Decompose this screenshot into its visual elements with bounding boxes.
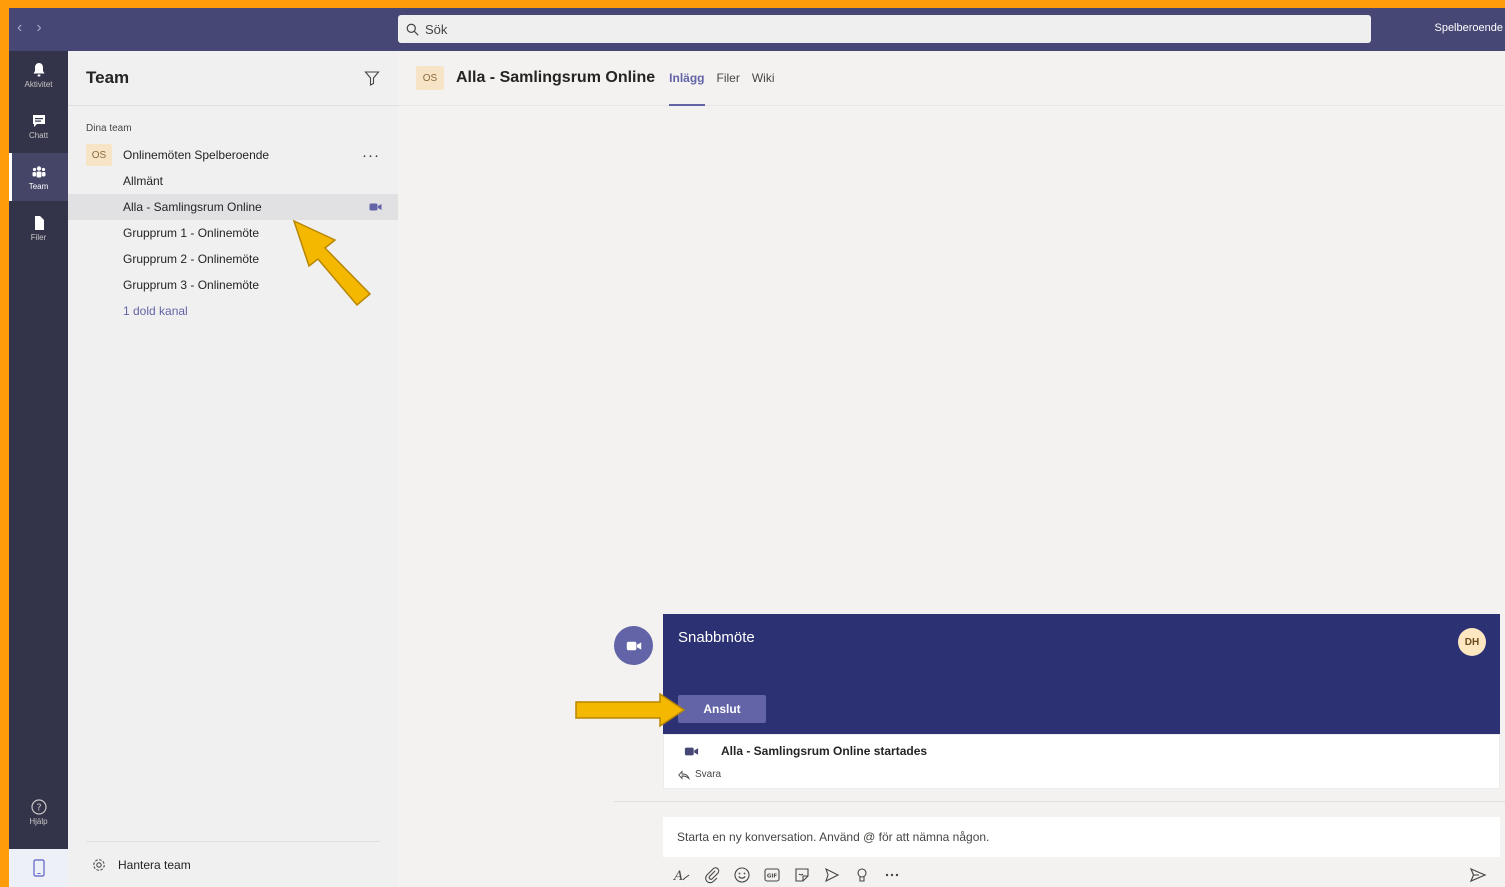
gif-icon[interactable]: GIF (763, 866, 781, 884)
top-bar: ‹› Sök Spelberoende (9, 8, 1505, 51)
divider (614, 801, 1505, 802)
teams-panel: Team Dina team OS Onlinemöten Spelberoen… (68, 51, 398, 887)
meeting-card: Snabbmöte DH Anslut Alla - Samlingsrum O… (663, 614, 1500, 789)
rail-item-label: Hjälp (29, 816, 48, 826)
forward-arrow-icon[interactable]: › (36, 19, 55, 36)
svg-text:A: A (673, 869, 683, 884)
meeting-avatar (614, 626, 653, 665)
meeting-card-body: Alla - Samlingsrum Online startades Svar… (663, 734, 1500, 789)
meeting-started-row: Alla - Samlingsrum Online startades (684, 744, 927, 758)
meeting-card-header: Snabbmöte DH Anslut (663, 614, 1500, 734)
team-item[interactable]: OS Onlinemöten Spelberoende ··· (68, 142, 398, 168)
rail-item-files[interactable]: Filer (9, 204, 68, 252)
video-camera-icon (684, 747, 699, 755)
compose-toolbar: A GIF (673, 863, 1487, 887)
bell-icon (33, 62, 44, 76)
attach-icon[interactable] (703, 866, 721, 884)
more-options-icon[interactable]: ··· (362, 147, 380, 164)
rail-item-label: Chatt (28, 130, 49, 140)
team-icon (32, 165, 45, 177)
help-icon: ? (30, 798, 47, 815)
channel-item-grupprum-1[interactable]: Grupprum 1 - Onlinemöte (68, 220, 398, 246)
rail-item-team[interactable]: Team (9, 153, 68, 201)
chat-icon (32, 114, 45, 127)
hidden-channels-label: 1 dold kanal (123, 304, 188, 318)
rail-item-label: Filer (30, 232, 47, 242)
sticker-icon[interactable] (793, 866, 811, 884)
rail-item-label: Aktivitet (24, 79, 53, 89)
channel-view: OS Alla - Samlingsrum Online Inlägg File… (398, 51, 1505, 887)
hidden-channels-link[interactable]: 1 dold kanal (68, 298, 398, 324)
channel-label: Alla - Samlingsrum Online (123, 200, 262, 214)
teams-window: ‹› Sök Spelberoende Aktivitet Chatt Team… (9, 8, 1505, 887)
manage-team-label: Hantera team (118, 857, 191, 872)
channel-label: Grupprum 2 - Onlinemöte (123, 252, 260, 266)
device-button[interactable] (9, 849, 68, 887)
meeting-title: Snabbmöte (678, 629, 755, 646)
avatar[interactable]: DH (1458, 628, 1486, 656)
channel-header: OS Alla - Samlingsrum Online Inlägg File… (398, 51, 1505, 106)
reply-label: Svara (695, 769, 722, 780)
svg-text:?: ? (36, 802, 41, 813)
channel-label: Grupprum 3 - Onlinemöte (123, 278, 260, 292)
join-button[interactable]: Anslut (678, 695, 766, 723)
manage-team-button[interactable]: Hantera team (86, 841, 380, 887)
emoji-icon[interactable] (733, 866, 751, 884)
history-nav[interactable]: ‹› (17, 19, 56, 37)
reply-button[interactable]: Svara (678, 769, 721, 780)
more-options-icon[interactable] (883, 866, 901, 884)
search-icon (406, 23, 419, 36)
reply-icon (678, 769, 690, 780)
file-icon (34, 215, 44, 230)
team-name: Onlinemöten Spelberoende (123, 148, 270, 162)
section-label: Dina team (86, 123, 132, 134)
video-camera-icon (626, 641, 641, 650)
meet-now-icon[interactable] (823, 866, 841, 884)
rail-item-help[interactable]: ? Hjälp (9, 788, 68, 836)
gear-icon (93, 858, 105, 871)
search-input[interactable]: Sök (398, 15, 1371, 43)
user-label[interactable]: Spelberoende (1434, 22, 1503, 34)
compose-input[interactable]: Starta en ny konversation. Använd @ för … (663, 817, 1500, 857)
format-icon[interactable]: A (673, 866, 691, 884)
channel-label: Allmänt (123, 174, 164, 188)
send-icon[interactable] (1469, 866, 1487, 884)
channel-item-allmant[interactable]: Allmänt (68, 168, 398, 194)
team-badge: OS (86, 144, 112, 166)
praise-icon[interactable] (853, 866, 871, 884)
panel-header: Team (68, 51, 398, 106)
rail-item-chat[interactable]: Chatt (9, 102, 68, 150)
back-arrow-icon[interactable]: ‹ (17, 19, 36, 36)
tab-posts[interactable]: Inlägg (669, 51, 705, 106)
compose-placeholder: Starta en ny konversation. Använd @ för … (677, 830, 990, 844)
mobile-icon (32, 859, 45, 877)
tab-files[interactable]: Filer (717, 51, 740, 106)
channel-item-grupprum-2[interactable]: Grupprum 2 - Onlinemöte (68, 246, 398, 272)
svg-text:GIF: GIF (767, 874, 778, 880)
video-camera-icon (369, 203, 382, 211)
panel-title: Team (86, 68, 130, 87)
tab-wiki[interactable]: Wiki (752, 51, 775, 106)
meeting-started-text: Alla - Samlingsrum Online startades (721, 744, 928, 758)
app-rail: Aktivitet Chatt Team Filer ? Hjälp (9, 51, 68, 887)
rail-item-label: Team (28, 181, 49, 191)
filter-icon[interactable] (364, 70, 380, 86)
channel-title: Alla - Samlingsrum Online (456, 69, 656, 86)
channel-item-alla-samlingsrum[interactable]: Alla - Samlingsrum Online (68, 194, 398, 220)
channel-item-grupprum-3[interactable]: Grupprum 3 - Onlinemöte (68, 272, 398, 298)
rail-item-activity[interactable]: Aktivitet (9, 51, 68, 99)
channel-label: Grupprum 1 - Onlinemöte (123, 226, 260, 240)
search-placeholder: Sök (425, 21, 448, 37)
channel-team-badge: OS (416, 66, 444, 90)
